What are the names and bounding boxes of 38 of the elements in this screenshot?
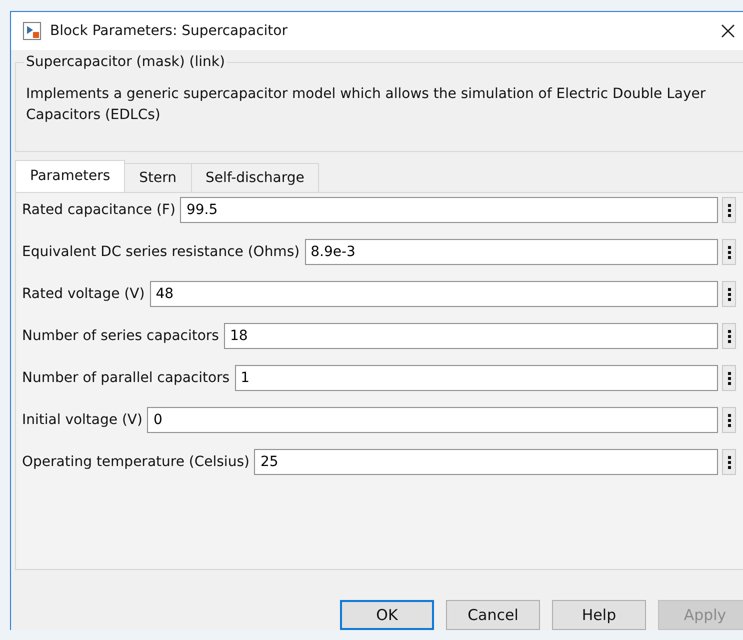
input-field[interactable]: 99.5	[180, 197, 718, 223]
more-options-button[interactable]	[722, 281, 736, 307]
close-icon[interactable]	[721, 24, 735, 38]
input-field[interactable]: 0	[147, 407, 718, 433]
dialog-button[interactable]: Cancel	[446, 600, 540, 630]
window-title: Block Parameters: Supercapacitor	[50, 23, 288, 39]
input-field[interactable]: 1	[234, 365, 718, 391]
vertical-dots-icon	[728, 204, 730, 216]
more-options-button[interactable]	[722, 407, 736, 433]
input-field[interactable]: 8.9e-3	[304, 239, 718, 265]
parameter-label: Rated capacitance (F)	[22, 202, 176, 218]
input-field[interactable]: 48	[150, 281, 718, 307]
vertical-dots-icon	[728, 414, 730, 426]
vertical-dots-icon	[728, 456, 730, 468]
tab[interactable]: Parameters	[15, 160, 126, 192]
group-heading: Supercapacitor (mask) (link)	[25, 54, 226, 70]
parameter-label: Number of series capacitors	[22, 328, 219, 344]
vertical-dots-icon	[728, 246, 730, 258]
more-options-button[interactable]	[722, 323, 736, 349]
parameter-label: Rated voltage (V)	[22, 286, 145, 302]
input-field[interactable]: 18	[224, 323, 718, 349]
more-options-button[interactable]	[722, 197, 736, 223]
vertical-dots-icon	[728, 372, 730, 384]
description-text: Implements a generic supercapacitor model which allows the simulation of Electric Double Layer Capacitors (EDLCs)	[26, 85, 707, 125]
tab[interactable]: Self-discharge	[190, 163, 320, 192]
input-field[interactable]: 25	[254, 449, 718, 475]
parameter-label: Initial voltage (V)	[22, 412, 142, 428]
vertical-dots-icon	[728, 288, 730, 300]
parameter-label: Number of parallel capacitors	[22, 370, 230, 386]
more-options-button[interactable]	[722, 449, 736, 475]
block-icon	[23, 22, 41, 40]
dialog-button[interactable]: OK	[340, 600, 434, 630]
vertical-dots-icon	[728, 330, 730, 342]
more-options-button[interactable]	[722, 239, 736, 265]
parameter-label: Equivalent DC series resistance (Ohms)	[22, 244, 300, 260]
more-options-button[interactable]	[722, 365, 736, 391]
parameter-label: Operating temperature (Celsius)	[22, 454, 250, 470]
dialog-button[interactable]: Help	[552, 600, 646, 630]
